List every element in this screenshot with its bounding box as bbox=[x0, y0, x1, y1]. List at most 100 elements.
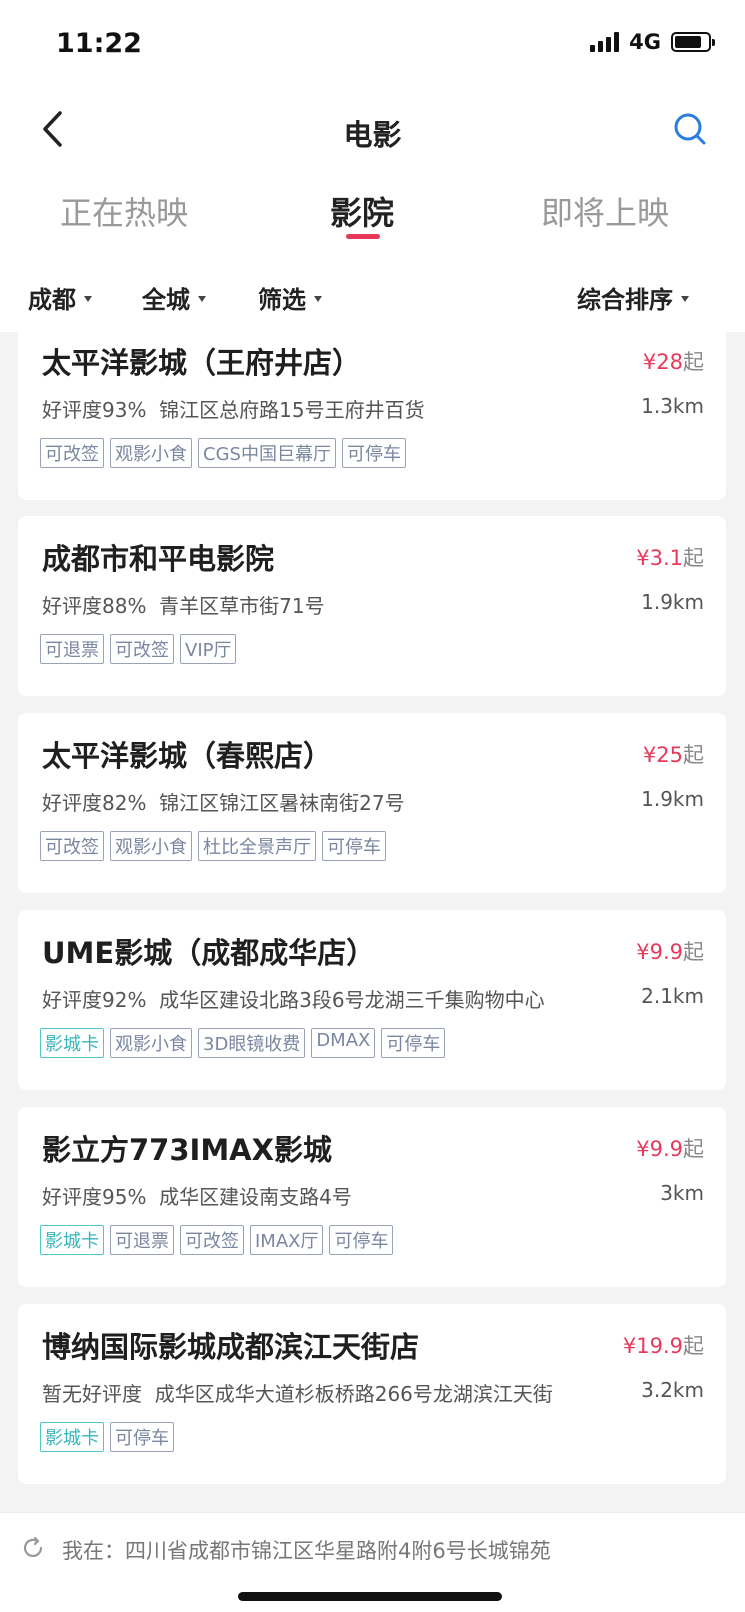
cinema-card[interactable]: 博纳国际影城成都滨江天街店 ¥19.9起 暂无好评度 成华区成华大道杉板桥路26… bbox=[18, 1304, 726, 1484]
tab-coming-soon[interactable]: 即将上映 bbox=[541, 188, 669, 234]
cinema-distance: 2.1km bbox=[641, 984, 704, 1008]
cinema-name: 成都市和平电影院 bbox=[42, 542, 275, 576]
cinema-price: ¥28起 bbox=[643, 346, 704, 376]
tag-cinema-card: 影城卡 bbox=[40, 1028, 104, 1058]
cinema-card[interactable]: 太平洋影城（王府井店） ¥28起 好评度93% 锦江区总府路15号王府井百货 1… bbox=[18, 332, 726, 500]
refresh-icon[interactable] bbox=[20, 1535, 46, 1561]
cinema-card[interactable]: 影立方773IMAX影城 ¥9.9起 好评度95% 成华区建设南支路4号 3km… bbox=[18, 1107, 726, 1287]
cinema-rating: 好评度93% bbox=[42, 398, 147, 422]
cinema-tags: 可改签 观影小食 CGS中国巨幕厅 可停车 bbox=[40, 438, 406, 468]
cinema-tags: 影城卡 可停车 bbox=[40, 1422, 174, 1452]
status-time: 11:22 bbox=[56, 28, 142, 59]
sort-filter[interactable]: 综合排序 bbox=[577, 280, 689, 315]
city-filter-label: 成都 bbox=[28, 286, 76, 314]
cinema-rating: 好评度95% bbox=[42, 1185, 147, 1209]
cinema-distance: 1.3km bbox=[641, 394, 704, 418]
caret-down-icon bbox=[314, 295, 322, 302]
price-suffix: 起 bbox=[683, 546, 704, 570]
price-suffix: 起 bbox=[683, 743, 704, 767]
caret-down-icon bbox=[84, 295, 92, 302]
tab-cinemas[interactable]: 影院 bbox=[330, 188, 394, 234]
cinema-address: 成华区建设北路3段6号龙湖三千集购物中心 bbox=[159, 988, 545, 1012]
cinema-address: 成华区建设南支路4号 bbox=[159, 1185, 352, 1209]
cinema-name: 影立方773IMAX影城 bbox=[42, 1133, 332, 1167]
cinema-card[interactable]: UME影城（成都成华店） ¥9.9起 好评度92% 成华区建设北路3段6号龙湖三… bbox=[18, 910, 726, 1090]
sort-filter-label: 综合排序 bbox=[577, 286, 673, 314]
category-tabs: 正在热映 影院 即将上映 bbox=[0, 174, 745, 260]
cinema-distance: 3.2km bbox=[641, 1378, 704, 1402]
cinema-list[interactable]: 太平洋影城（王府井店） ¥28起 好评度93% 锦江区总府路15号王府井百货 1… bbox=[0, 332, 745, 1512]
tag: 可改签 bbox=[110, 634, 174, 664]
cinema-price: ¥9.9起 bbox=[636, 936, 704, 966]
tag: DMAX bbox=[311, 1028, 376, 1058]
status-bar: 11:22 4G bbox=[0, 0, 745, 90]
network-label: 4G bbox=[629, 30, 661, 54]
cinema-rating: 好评度92% bbox=[42, 988, 147, 1012]
tag: 观影小食 bbox=[110, 1028, 192, 1058]
tag-cinema-card: 影城卡 bbox=[40, 1422, 104, 1452]
cinema-distance: 1.9km bbox=[641, 787, 704, 811]
cinema-card[interactable]: 太平洋影城（春熙店） ¥25起 好评度82% 锦江区锦江区暑袜南街27号 1.9… bbox=[18, 713, 726, 893]
district-filter[interactable]: 全城 bbox=[142, 280, 206, 315]
caret-down-icon bbox=[681, 295, 689, 302]
cinema-rating: 好评度88% bbox=[42, 594, 147, 618]
cinema-info: 好评度95% 成华区建设南支路4号 bbox=[42, 1181, 602, 1210]
cinema-rating: 暂无好评度 bbox=[42, 1382, 142, 1406]
tag-cinema-card: 影城卡 bbox=[40, 1225, 104, 1255]
tag: 可退票 bbox=[40, 634, 104, 664]
cinema-price: ¥25起 bbox=[643, 739, 704, 769]
tag: 观影小食 bbox=[110, 831, 192, 861]
cinema-address: 青羊区草市街71号 bbox=[159, 594, 325, 618]
tag: CGS中国巨幕厅 bbox=[198, 438, 336, 468]
home-indicator-area bbox=[0, 1584, 745, 1612]
cinema-name: 博纳国际影城成都滨江天街店 bbox=[42, 1330, 420, 1364]
cinema-tags: 影城卡 观影小食 3D眼镜收费 DMAX 可停车 bbox=[40, 1028, 446, 1058]
cinema-distance: 3km bbox=[660, 1181, 704, 1205]
cinema-card[interactable]: 成都市和平电影院 ¥3.1起 好评度88% 青羊区草市街71号 1.9km 可退… bbox=[18, 516, 726, 696]
cinema-tags: 可退票 可改签 VIP厅 bbox=[40, 634, 237, 664]
district-filter-label: 全城 bbox=[142, 286, 190, 314]
cinema-info: 好评度92% 成华区建设北路3段6号龙湖三千集购物中心 bbox=[42, 984, 602, 1013]
cinema-tags: 可改签 观影小食 杜比全景声厅 可停车 bbox=[40, 831, 386, 861]
cinema-info: 暂无好评度 成华区成华大道杉板桥路266号龙湖滨江天街 bbox=[42, 1378, 602, 1407]
screen-filter[interactable]: 筛选 bbox=[258, 280, 322, 315]
price-value: ¥19.9 bbox=[622, 1334, 683, 1358]
tab-now-showing[interactable]: 正在热映 bbox=[60, 188, 188, 234]
active-tab-indicator bbox=[346, 234, 380, 239]
price-value: ¥3.1 bbox=[636, 546, 683, 570]
tag: 观影小食 bbox=[110, 438, 192, 468]
nav-bar: 电影 bbox=[0, 90, 745, 174]
price-suffix: 起 bbox=[683, 350, 704, 374]
tag: 可停车 bbox=[110, 1422, 174, 1452]
cinema-rating: 好评度82% bbox=[42, 791, 147, 815]
cinema-name: 太平洋影城（春熙店） bbox=[42, 739, 333, 773]
price-value: ¥9.9 bbox=[636, 1137, 683, 1161]
cinema-price: ¥3.1起 bbox=[636, 542, 704, 572]
search-button[interactable] bbox=[665, 104, 715, 154]
cinema-tags: 影城卡 可退票 可改签 IMAX厅 可停车 bbox=[40, 1225, 394, 1255]
status-indicators: 4G bbox=[590, 30, 715, 54]
tag: 可改签 bbox=[40, 438, 104, 468]
price-suffix: 起 bbox=[683, 940, 704, 964]
search-icon bbox=[674, 113, 706, 145]
city-filter[interactable]: 成都 bbox=[28, 280, 92, 315]
price-value: ¥28 bbox=[642, 350, 683, 374]
tag: VIP厅 bbox=[180, 634, 237, 664]
tag: 可改签 bbox=[40, 831, 104, 861]
cinema-info: 好评度88% 青羊区草市街71号 bbox=[42, 590, 602, 619]
battery-icon bbox=[671, 32, 715, 52]
current-location: 我在：四川省成都市锦江区华星路附4附6号长城锦苑 bbox=[62, 1539, 551, 1563]
tag: 可停车 bbox=[341, 438, 406, 468]
tag: 杜比全景声厅 bbox=[198, 831, 316, 861]
price-suffix: 起 bbox=[683, 1137, 704, 1161]
tag: 可改签 bbox=[180, 1225, 244, 1255]
home-indicator[interactable] bbox=[238, 1592, 502, 1601]
cinema-info: 好评度82% 锦江区锦江区暑袜南街27号 bbox=[42, 787, 602, 816]
cinema-price: ¥9.9起 bbox=[636, 1133, 704, 1163]
location-bar[interactable]: 我在：四川省成都市锦江区华星路附4附6号长城锦苑 bbox=[0, 1512, 745, 1584]
price-value: ¥9.9 bbox=[636, 940, 683, 964]
tag: 可停车 bbox=[329, 1225, 394, 1255]
cinema-address: 成华区成华大道杉板桥路266号龙湖滨江天街 bbox=[154, 1382, 553, 1406]
signal-icon bbox=[590, 32, 620, 52]
tag: 可退票 bbox=[110, 1225, 174, 1255]
